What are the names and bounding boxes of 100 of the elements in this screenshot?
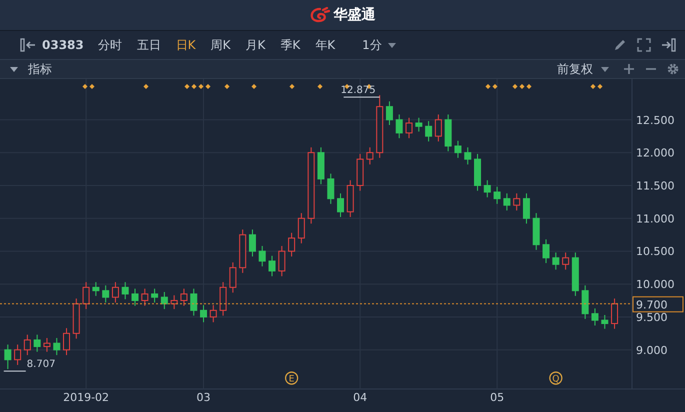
candlestick xyxy=(454,140,462,158)
candlestick xyxy=(112,282,119,303)
caret-icon xyxy=(388,42,396,48)
event-badge[interactable]: Q xyxy=(549,371,562,385)
leader-line xyxy=(343,96,380,98)
candlestick xyxy=(102,284,110,303)
candlestick xyxy=(562,252,570,270)
axis-label: 05 xyxy=(490,391,504,404)
candlestick xyxy=(288,232,296,257)
period-tab[interactable]: 分时 xyxy=(92,36,128,54)
candlestick xyxy=(53,338,60,356)
candlestick xyxy=(200,304,208,323)
pencil-icon[interactable] xyxy=(613,38,627,52)
candlestick xyxy=(415,117,422,132)
ref-line-label: 9.700 xyxy=(636,298,668,312)
candlestick xyxy=(513,192,520,211)
candlestick xyxy=(494,186,501,204)
candlestick xyxy=(464,146,472,165)
candlestick xyxy=(366,146,374,165)
candlestick xyxy=(82,282,90,310)
axis-label: 12.500 xyxy=(636,114,674,127)
price-label: 8.707 xyxy=(26,359,56,370)
candlestick xyxy=(190,288,198,316)
candlestick xyxy=(522,192,530,224)
collapse-left-icon[interactable] xyxy=(20,38,36,52)
candlestick xyxy=(298,212,305,244)
candlestick xyxy=(268,255,276,277)
caret-icon xyxy=(601,66,609,72)
candlestick xyxy=(63,328,70,356)
candlestick xyxy=(337,192,344,218)
axis-label: 2019-02 xyxy=(63,391,110,404)
adjustment-dropdown[interactable]: 前复权 xyxy=(553,60,613,78)
candlestick xyxy=(474,153,482,192)
candlestick xyxy=(180,288,188,306)
candlestick xyxy=(4,344,12,370)
candlestick xyxy=(160,291,168,310)
exit-icon[interactable] xyxy=(661,38,677,52)
candlestick xyxy=(34,334,41,352)
price-label: 12.875 xyxy=(340,85,376,96)
candlestick xyxy=(170,294,178,310)
candlestick xyxy=(572,252,579,296)
candlestick xyxy=(122,282,129,300)
candlestick xyxy=(132,288,139,306)
axis-label: 11.500 xyxy=(636,180,674,192)
leader-line xyxy=(3,370,26,372)
axis-label: 11.000 xyxy=(636,212,674,226)
candlestick xyxy=(503,192,510,211)
current-price-tag: 9.700 xyxy=(632,296,684,312)
candlestick xyxy=(210,304,217,323)
axis-label: 12.000 xyxy=(636,146,674,160)
axis-label: 04 xyxy=(353,391,368,404)
candlestick xyxy=(151,288,158,303)
candlestick xyxy=(72,298,80,340)
settings-icon[interactable] xyxy=(667,63,679,75)
candlestick xyxy=(258,245,266,267)
indicator-label[interactable]: 指标 xyxy=(28,60,52,78)
candlestick xyxy=(444,114,452,152)
candlestick xyxy=(425,120,432,142)
candlestick xyxy=(24,334,31,356)
candlestick xyxy=(327,173,334,204)
candlestick xyxy=(92,282,100,296)
candlestick xyxy=(239,229,246,274)
candlestick xyxy=(141,288,148,306)
candlestick xyxy=(396,114,403,139)
candlestick xyxy=(14,344,22,366)
candlestick xyxy=(386,100,393,126)
candlestick xyxy=(43,338,50,352)
brand-name: 华盛通 xyxy=(334,6,376,24)
axis-label: 9.000 xyxy=(636,344,668,357)
candlestick xyxy=(611,298,618,330)
axis-label: 9.500 xyxy=(636,310,668,324)
axis-label: 03 xyxy=(196,391,211,404)
fullscreen-icon[interactable] xyxy=(637,38,651,52)
candlestick xyxy=(434,114,442,142)
candlestick xyxy=(229,262,236,294)
candlestick xyxy=(484,180,491,198)
stock-code: 03383 xyxy=(42,38,84,52)
candlestick xyxy=(591,308,598,326)
caret-icon[interactable] xyxy=(10,66,18,72)
candlestick xyxy=(220,282,227,316)
candlestick xyxy=(376,94,384,158)
axis-label: 10.500 xyxy=(636,245,674,258)
candlestick xyxy=(356,153,364,192)
candlestick xyxy=(582,284,589,320)
candlestick xyxy=(346,180,354,218)
period-tab[interactable]: 月K xyxy=(240,36,272,54)
period-tab[interactable]: 五日 xyxy=(130,36,167,54)
candlestick xyxy=(601,314,608,330)
plus-icon[interactable] xyxy=(623,63,635,75)
candlestick xyxy=(532,212,540,250)
candlestick xyxy=(552,252,560,270)
interval-dropdown[interactable]: 1分 xyxy=(356,36,402,54)
event-badge[interactable]: E xyxy=(285,371,298,385)
axis-label: 10.000 xyxy=(636,278,674,292)
candlestick xyxy=(248,229,256,257)
period-tab[interactable]: 季K xyxy=(274,36,306,54)
candlestick xyxy=(278,245,286,277)
period-tab[interactable]: 年K xyxy=(309,36,342,54)
period-tab[interactable]: 周K xyxy=(204,36,236,54)
period-tab[interactable]: 日K xyxy=(170,36,202,54)
